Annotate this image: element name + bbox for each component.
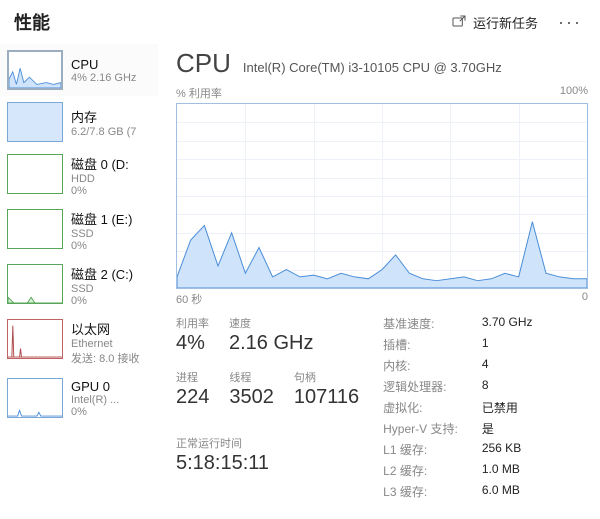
handle-value: 107116 (294, 386, 359, 409)
sidebar-item-ethernet[interactable]: 以太网 Ethernet 发送: 8.0 接收 (0, 313, 158, 372)
x-axis-right: 0 (582, 291, 588, 307)
info-key: 虚拟化: (383, 399, 458, 416)
info-value: 是 (482, 420, 533, 437)
sidebar-item-sub2: 0% (71, 240, 132, 252)
disk-thumb (7, 209, 63, 249)
info-value: 1.0 MB (482, 462, 533, 479)
y-axis-label: % 利用率 (176, 85, 222, 101)
info-key: L2 缓存: (383, 462, 458, 479)
info-key: L1 缓存: (383, 441, 458, 458)
handle-label: 句柄 (294, 369, 359, 385)
info-key: 基准速度: (383, 315, 458, 332)
speed-value: 2.16 GHz (229, 332, 313, 355)
net-thumb (7, 319, 63, 359)
sidebar-item-label: CPU (71, 57, 136, 72)
sidebar-item-sub: Ethernet (71, 338, 139, 350)
info-key: 逻辑处理器: (383, 378, 458, 395)
uptime-label: 正常运行时间 (176, 435, 359, 451)
more-button[interactable]: ··· (544, 12, 586, 33)
sidebar-item-gpu0[interactable]: GPU 0 Intel(R) ... 0% (0, 372, 158, 424)
disk-thumb (7, 154, 63, 194)
cpu-info-table: 基准速度: 3.70 GHz 插槽: 1 内核: 4 逻辑处理器: 8 虚拟化: 已禁用 Hyper… (383, 315, 532, 500)
sidebar-item-sub: HDD (71, 173, 129, 185)
info-value: 4 (482, 357, 533, 374)
detail-title: CPU (176, 48, 231, 79)
sidebar-item-cpu[interactable]: CPU 4% 2.16 GHz (0, 44, 158, 96)
info-key: 插槽: (383, 336, 458, 353)
memory-thumb (7, 102, 63, 142)
detail-pane: CPU Intel(R) Core(TM) i3-10105 CPU @ 3.7… (158, 44, 600, 519)
sidebar-item-label: 内存 (71, 107, 136, 126)
run-new-task-button[interactable]: 运行新任务 (445, 9, 544, 36)
sidebar-item-label: 以太网 (71, 319, 139, 338)
info-value: 6.0 MB (482, 483, 533, 500)
cpu-model: Intel(R) Core(TM) i3-10105 CPU @ 3.70GHz (243, 60, 502, 75)
uptime-value: 5:18:15:11 (176, 452, 359, 475)
info-value: 已禁用 (482, 399, 533, 416)
sidebar-item-sub: 6.2/7.8 GB (7 (71, 126, 136, 138)
proc-label: 进程 (176, 369, 209, 385)
info-value: 256 KB (482, 441, 533, 458)
sidebar-item-label: GPU 0 (71, 379, 119, 394)
info-value: 1 (482, 336, 533, 353)
x-axis-left: 60 秒 (176, 291, 202, 307)
info-key: L3 缓存: (383, 483, 458, 500)
cpu-thumb (7, 50, 63, 90)
sidebar-item-sub: Intel(R) ... (71, 394, 119, 406)
sidebar-item-disk1[interactable]: 磁盘 1 (E:) SSD 0% (0, 203, 158, 258)
sidebar-item-sub2: 0% (71, 406, 119, 418)
y-axis-max: 100% (560, 85, 588, 101)
sidebar-item-sub2: 0% (71, 185, 129, 197)
sidebar-item-sub: 4% 2.16 GHz (71, 72, 136, 84)
sidebar-item-disk0[interactable]: 磁盘 0 (D: HDD 0% (0, 148, 158, 203)
proc-value: 224 (176, 386, 209, 409)
sidebar-item-label: 磁盘 0 (D: (71, 154, 129, 173)
util-value: 4% (176, 332, 209, 355)
sidebar: CPU 4% 2.16 GHz 内存 6.2/7.8 GB (7 磁盘 0 (D… (0, 44, 158, 519)
util-label: 利用率 (176, 315, 209, 331)
speed-label: 速度 (229, 315, 313, 331)
info-value: 3.70 GHz (482, 315, 533, 332)
sidebar-item-sub2: 发送: 8.0 接收 (71, 350, 139, 366)
sidebar-item-memory[interactable]: 内存 6.2/7.8 GB (7 (0, 96, 158, 148)
sidebar-item-label: 磁盘 1 (E:) (71, 209, 132, 228)
page-title: 性能 (14, 9, 50, 35)
info-value: 8 (482, 378, 533, 395)
info-key: 内核: (383, 357, 458, 374)
info-key: Hyper-V 支持: (383, 420, 458, 437)
thr-value: 3502 (229, 386, 274, 409)
sidebar-item-sub: SSD (71, 228, 132, 240)
sidebar-item-sub2: 0% (71, 295, 133, 307)
run-task-icon (451, 14, 467, 30)
cpu-chart[interactable] (176, 103, 588, 289)
disk-thumb (7, 264, 63, 304)
gpu-thumb (7, 378, 63, 418)
sidebar-item-disk2[interactable]: 磁盘 2 (C:) SSD 0% (0, 258, 158, 313)
run-new-task-label: 运行新任务 (473, 13, 538, 32)
sidebar-item-sub: SSD (71, 283, 133, 295)
thr-label: 线程 (229, 369, 274, 385)
header: 性能 运行新任务 ··· (0, 0, 600, 44)
sidebar-item-label: 磁盘 2 (C:) (71, 264, 133, 283)
